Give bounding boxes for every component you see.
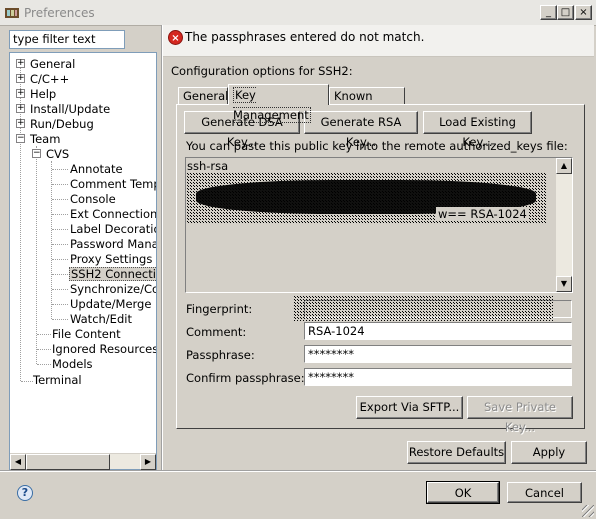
load-existing-key-button[interactable]: Load Existing Key... — [423, 111, 532, 149]
tree-connector — [37, 349, 51, 350]
tree-connector — [52, 244, 68, 245]
tree-item-password-management[interactable]: Password Manag — [70, 237, 156, 251]
expand-icon[interactable]: + — [16, 59, 25, 68]
generate-rsa-key-button[interactable]: Generate RSA Key... — [304, 111, 418, 149]
tree-connector — [52, 214, 68, 215]
scroll-right-icon[interactable]: ▶ — [140, 454, 156, 470]
confirm-passphrase-field[interactable]: ******** — [304, 368, 572, 386]
scroll-up-icon[interactable]: ▲ — [556, 158, 572, 174]
collapse-icon[interactable]: − — [16, 134, 25, 143]
error-icon: × — [168, 30, 183, 45]
tree-item-ext-connection[interactable]: Ext Connection I — [70, 207, 156, 221]
tree-item-models[interactable]: Models — [52, 357, 93, 371]
fingerprint-field — [293, 295, 572, 321]
tab-key-management[interactable]: Key Management — [228, 84, 329, 123]
tree-connector — [52, 304, 68, 305]
tree-connector — [21, 381, 33, 382]
tree-item-cpp[interactable]: C/C++ — [30, 72, 69, 86]
public-key-textarea[interactable]: ssh-rsa w== RSA-1024 ▲ ▼ — [185, 157, 573, 293]
ok-button[interactable]: OK — [426, 481, 500, 504]
cancel-button[interactable]: Cancel — [507, 482, 582, 503]
maximize-button[interactable]: □ — [557, 5, 574, 20]
tree-item-help[interactable]: Help — [30, 87, 56, 101]
scroll-down-icon[interactable]: ▼ — [556, 276, 572, 292]
tree-item-synchronize[interactable]: Synchronize/Cor — [70, 282, 156, 296]
tree-item-terminal[interactable]: Terminal — [33, 373, 82, 387]
tree-connector — [52, 274, 68, 275]
expand-icon[interactable]: + — [16, 119, 25, 128]
scroll-thumb[interactable] — [26, 454, 110, 470]
tree-connector — [37, 364, 51, 365]
restore-defaults-button[interactable]: Restore Defaults — [407, 441, 506, 464]
tab-general[interactable]: General — [178, 87, 228, 105]
tree-item-update-merge[interactable]: Update/Merge — [70, 297, 151, 311]
tree-item-cvs[interactable]: CVS — [46, 147, 69, 161]
tree-item-run-debug[interactable]: Run/Debug — [30, 117, 94, 131]
window-title: Preferences — [24, 6, 95, 20]
export-via-sftp-button[interactable]: Export Via SFTP... — [356, 396, 463, 419]
public-key-vertical-scrollbar[interactable]: ▲ ▼ — [556, 158, 572, 292]
collapse-icon[interactable]: − — [32, 149, 41, 158]
tree-item-install-update[interactable]: Install/Update — [30, 102, 110, 116]
tree-item-file-content[interactable]: File Content — [52, 327, 121, 341]
expand-icon[interactable]: + — [16, 74, 25, 83]
filter-input[interactable]: type filter text — [9, 30, 125, 49]
public-key-hint: You can paste this public key into the r… — [186, 139, 568, 153]
public-key-suffix: w== RSA-1024 — [436, 207, 529, 221]
redacted-fingerprint-scribble — [293, 295, 553, 321]
preferences-app-icon — [5, 6, 19, 20]
tree-item-proxy-settings[interactable]: Proxy Settings — [70, 252, 152, 266]
close-button[interactable]: × — [575, 5, 592, 20]
tree-item-watch-edit[interactable]: Watch/Edit — [70, 312, 132, 326]
tree-connector — [52, 259, 68, 260]
tree-connector — [52, 319, 68, 320]
tree-item-general[interactable]: General — [30, 57, 75, 71]
tree-connector — [52, 199, 68, 200]
comment-field[interactable]: RSA-1024 — [304, 322, 572, 340]
tree-connector — [52, 229, 68, 230]
tree-horizontal-scrollbar[interactable]: ◀ ▶ — [10, 453, 156, 470]
sash-divider[interactable] — [161, 25, 163, 471]
tree-item-ignored-resources[interactable]: Ignored Resources — [52, 342, 156, 356]
help-icon[interactable]: ? — [17, 485, 33, 501]
tree-item-comment-templates[interactable]: Comment Templ — [70, 177, 156, 191]
minimize-button[interactable]: _ — [540, 5, 557, 20]
expand-icon[interactable]: + — [16, 104, 25, 113]
tree-item-console[interactable]: Console — [70, 192, 116, 206]
tree-connector — [37, 334, 51, 335]
error-message: The passphrases entered do not match. — [185, 30, 425, 44]
passphrase-label: Passphrase: — [186, 348, 255, 362]
passphrase-field[interactable]: ******** — [304, 345, 572, 363]
tree-item-team[interactable]: Team — [30, 132, 60, 146]
save-private-key-button[interactable]: Save Private Key... — [467, 396, 573, 434]
apply-button[interactable]: Apply — [511, 441, 587, 464]
tree-connector — [36, 146, 37, 364]
tree-connector — [52, 289, 68, 290]
confirm-passphrase-label: Confirm passphrase: — [186, 371, 305, 385]
scroll-left-icon[interactable]: ◀ — [10, 454, 26, 470]
tree-item-label-decorations[interactable]: Label Decoration — [70, 222, 156, 236]
tree-connector — [52, 169, 68, 170]
public-key-prefix: ssh-rsa — [187, 159, 229, 173]
tab-key-management-label: Key Management — [233, 87, 311, 123]
config-header: Configuration options for SSH2: — [171, 64, 353, 78]
resize-grip-icon[interactable] — [582, 505, 594, 517]
tree-item-annotate[interactable]: Annotate — [70, 162, 123, 176]
bottom-separator — [0, 470, 596, 472]
tree-connector — [52, 184, 68, 185]
expand-icon[interactable]: + — [16, 89, 25, 98]
fingerprint-label: Fingerprint: — [186, 302, 253, 316]
tab-known-hosts[interactable]: Known Hosts — [329, 87, 405, 120]
preferences-tree[interactable]: + General + C/C++ + Help + Install/Updat… — [9, 52, 157, 470]
tree-item-ssh2-connection[interactable]: SSH2 Connection — [69, 267, 156, 281]
comment-label: Comment: — [186, 325, 247, 339]
